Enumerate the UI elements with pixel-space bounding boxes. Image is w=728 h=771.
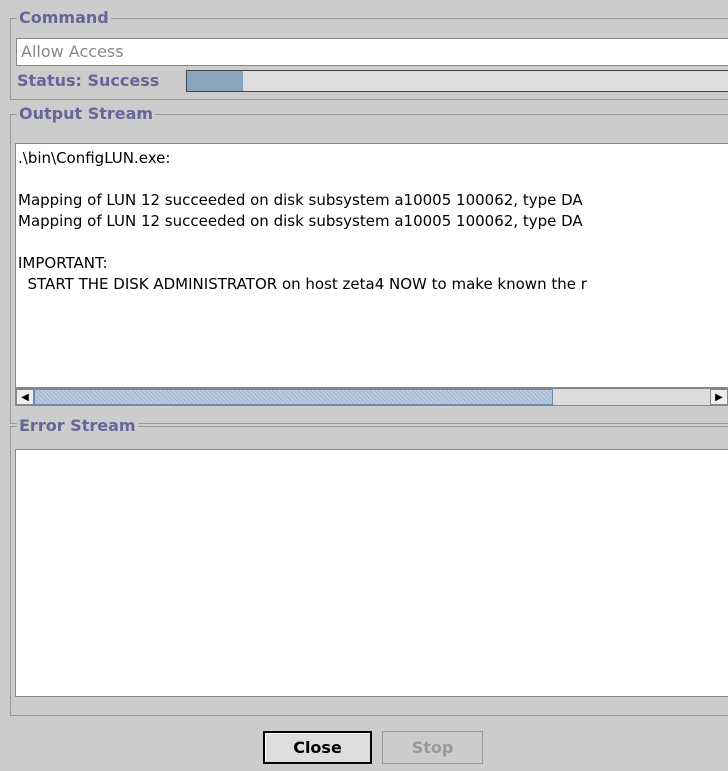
command-dialog: Command Allow Access Status: Success Out… [0, 0, 728, 771]
output-line: .\bin\ConfigLUN.exe: [18, 149, 171, 167]
close-button[interactable]: Close [263, 731, 372, 764]
output-line: Mapping of LUN 12 succeeded on disk subs… [18, 191, 583, 209]
output-stream-title: Output Stream [17, 104, 156, 123]
scroll-right-button[interactable]: ▶ [710, 389, 728, 405]
error-stream-title: Error Stream [17, 416, 138, 435]
output-horizontal-scrollbar[interactable]: ◀ ▶ [15, 388, 728, 406]
status-label: Status: Success [17, 71, 160, 90]
output-line: START THE DISK ADMINISTRATOR on host zet… [18, 275, 587, 293]
arrow-right-icon: ▶ [715, 391, 723, 403]
output-line: Mapping of LUN 12 succeeded on disk subs… [18, 212, 583, 230]
output-line: IMPORTANT: [18, 254, 108, 272]
arrow-left-icon: ◀ [21, 391, 29, 403]
stop-button[interactable]: Stop [382, 731, 483, 764]
scroll-left-button[interactable]: ◀ [16, 389, 34, 405]
output-stream-text-area[interactable]: .\bin\ConfigLUN.exe: Mapping of LUN 12 s… [15, 143, 728, 388]
command-group-title: Command [17, 8, 111, 27]
error-stream-text-area[interactable] [15, 449, 728, 697]
progress-bar [186, 70, 728, 92]
progress-fill [187, 71, 243, 91]
scrollbar-thumb[interactable] [34, 389, 553, 405]
command-field: Allow Access [16, 38, 728, 66]
